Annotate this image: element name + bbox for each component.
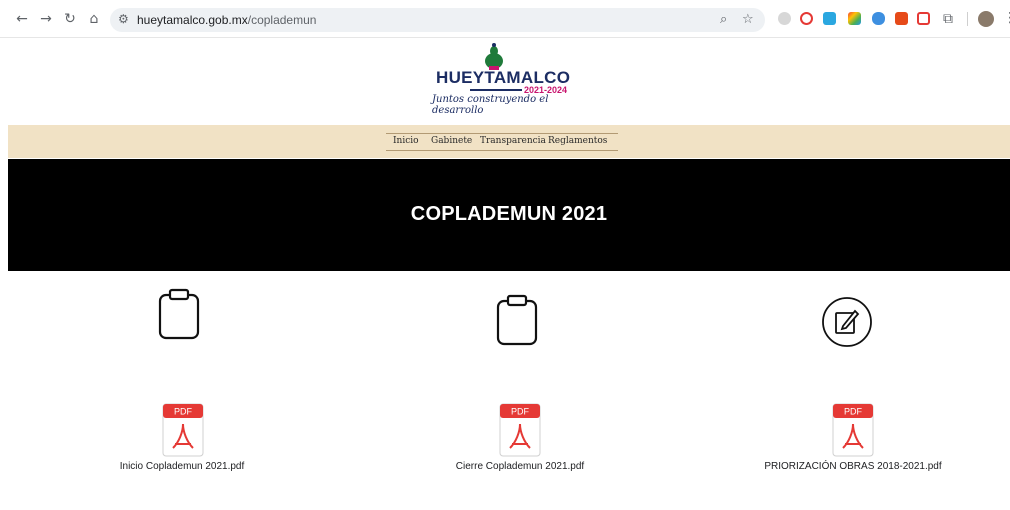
extension-icon[interactable]: [848, 12, 861, 25]
file-link[interactable]: Cierre Coplademun 2021.pdf: [440, 461, 600, 472]
hero-banner: COPLADEMUN 2021: [8, 159, 1010, 271]
nav-item-inicio[interactable]: Inicio: [393, 136, 419, 146]
logo-slogan: Juntos construyendo el desarrollo: [432, 94, 549, 116]
extension-icon[interactable]: [778, 12, 791, 25]
pdf-tag: PDF: [511, 407, 530, 417]
browser-menu-icon[interactable]: ⋮: [1003, 10, 1010, 26]
clipboard-icon: [158, 288, 200, 340]
zoom-icon[interactable]: ⌕: [720, 12, 727, 27]
browser-toolbar: ← → ↻ ⌂ ⚙ hueytamalco.gob.mx/coplademun …: [0, 0, 1010, 38]
nav-menu: Inicio Gabinete Transparencia Reglamento…: [386, 133, 618, 151]
home-icon[interactable]: ⌂: [86, 11, 102, 27]
url-text[interactable]: hueytamalco.gob.mx/coplademun: [137, 13, 316, 27]
pdf-file-icon[interactable]: PDF: [831, 402, 875, 458]
toolbar-divider: [967, 12, 968, 26]
cloud-extension-icon[interactable]: [872, 12, 885, 25]
nav-item-transparencia[interactable]: Transparencia: [480, 136, 546, 146]
logo-emblem-icon: [485, 43, 503, 70]
extension-icon[interactable]: [917, 12, 930, 25]
back-arrow-icon[interactable]: ←: [14, 11, 30, 27]
site-logo[interactable]: HUEYTAMALCO 2021-2024 Juntos construyend…: [430, 42, 570, 116]
pdf-file-icon[interactable]: PDF: [498, 402, 542, 458]
file-link[interactable]: PRIORIZACIÓN OBRAS 2018-2021.pdf: [753, 461, 953, 472]
bookmark-star-icon[interactable]: ☆: [742, 12, 754, 27]
nav-item-reglamentos[interactable]: Reglamentos: [548, 136, 607, 146]
page-title: COPLADEMUN 2021: [410, 203, 608, 225]
logo-line: [470, 89, 522, 91]
record-extension-icon[interactable]: [800, 12, 813, 25]
url-domain: hueytamalco.gob.mx: [137, 13, 248, 27]
main-navigation: Inicio Gabinete Transparencia Reglamento…: [8, 125, 1010, 158]
pdf-tag: PDF: [174, 407, 193, 417]
profile-avatar[interactable]: [978, 11, 994, 27]
forward-arrow-icon[interactable]: →: [38, 11, 54, 27]
edit-circle-icon: [822, 297, 872, 347]
extension-icon[interactable]: [823, 12, 836, 25]
extensions-puzzle-icon[interactable]: ⧉: [940, 11, 956, 27]
clipboard-icon: [496, 294, 538, 346]
reload-icon[interactable]: ↻: [62, 11, 78, 27]
address-bar[interactable]: ⚙ hueytamalco.gob.mx/coplademun ⌕ ☆: [110, 8, 765, 32]
pdf-file-icon[interactable]: PDF: [161, 402, 205, 458]
nav-item-gabinete[interactable]: Gabinete: [431, 136, 472, 146]
file-link[interactable]: Inicio Coplademun 2021.pdf: [102, 461, 262, 472]
site-settings-icon[interactable]: ⚙: [118, 12, 129, 26]
pdf-tag: PDF: [844, 407, 863, 417]
url-path: /coplademun: [247, 13, 317, 27]
extension-icon[interactable]: [895, 12, 908, 25]
